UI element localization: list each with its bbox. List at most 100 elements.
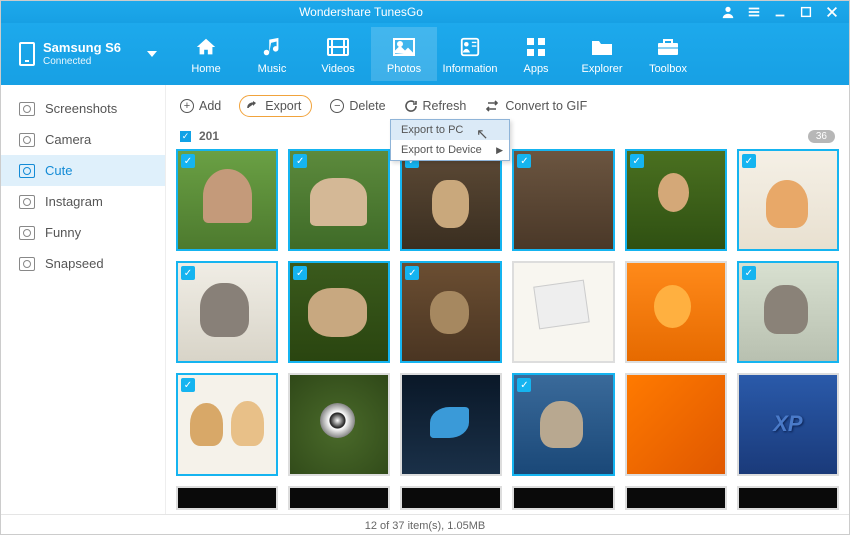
photo-thumbnail[interactable]: ✓	[400, 373, 502, 475]
sidebar-item-label: Instagram	[45, 194, 103, 209]
photo-content	[514, 488, 612, 508]
checkmark-icon: ✓	[630, 154, 644, 168]
group-year: 201	[199, 129, 219, 143]
app-title: Wondershare TunesGo	[1, 5, 721, 19]
menu-icon[interactable]	[747, 5, 761, 19]
sidebar-item-cute[interactable]: Cute	[1, 155, 165, 186]
camera-icon	[19, 226, 35, 240]
photo-content	[739, 488, 837, 508]
checkmark-icon: ✓	[181, 154, 195, 168]
user-icon[interactable]	[721, 5, 735, 19]
status-text: 12 of 37 item(s), 1.05MB	[365, 520, 485, 532]
cursor-icon: ↖	[476, 125, 489, 143]
photo-thumbnail[interactable]: ✓	[288, 261, 390, 363]
delete-button[interactable]: −Delete	[330, 99, 385, 113]
convert-gif-button[interactable]: Convert to GIF	[484, 99, 587, 113]
photo-thumbnail[interactable]: ✓	[176, 373, 278, 475]
photo-thumbnail[interactable]: ✓	[288, 149, 390, 251]
sidebar-item-label: Screenshots	[45, 101, 117, 116]
sidebar-item-funny[interactable]: Funny	[1, 217, 165, 248]
nav-videos[interactable]: Videos	[305, 27, 371, 81]
add-button[interactable]: +Add	[180, 99, 221, 113]
export-to-pc[interactable]: Export to PC	[391, 120, 509, 140]
photo-thumbnail[interactable]: ✓	[512, 261, 614, 363]
maximize-icon[interactable]	[799, 5, 813, 19]
photo-thumbnail[interactable]: ✓	[737, 261, 839, 363]
photo-thumbnail[interactable]: ✓	[400, 261, 502, 363]
photo-thumbnail[interactable]	[625, 486, 727, 510]
sidebar-item-screenshots[interactable]: Screenshots	[1, 93, 165, 124]
photo-thumbnail[interactable]: ✓	[176, 261, 278, 363]
photo-content	[290, 375, 388, 473]
top-nav: Samsung S6 Connected Home Music Videos P…	[1, 23, 849, 85]
photo-thumbnail[interactable]: ✓	[512, 149, 614, 251]
sidebar-item-snapseed[interactable]: Snapseed	[1, 248, 165, 279]
device-name: Samsung S6	[43, 40, 121, 56]
explorer-icon	[569, 33, 635, 61]
photo-thumbnail[interactable]	[288, 486, 390, 510]
photo-content	[402, 488, 500, 508]
photo-thumbnail[interactable]	[176, 486, 278, 510]
checkmark-icon: ✓	[405, 266, 419, 280]
photo-thumbnail[interactable]: ✓	[625, 373, 727, 475]
photo-grid: ✓✓✓✓✓✓✓✓✓✓✓✓✓✓✓✓✓✓	[176, 149, 839, 476]
photo-content	[514, 263, 612, 361]
photo-thumbnail[interactable]: ✓	[400, 149, 502, 251]
camera-icon	[19, 164, 35, 178]
photo-thumbnail[interactable]	[512, 486, 614, 510]
refresh-button[interactable]: Refresh	[404, 99, 467, 113]
export-dropdown: Export to PC Export to Device▶	[390, 119, 510, 161]
photo-thumbnail[interactable]: ✓	[625, 261, 727, 363]
photo-thumbnail[interactable]: ✓	[288, 373, 390, 475]
photo-thumbnail[interactable]: ✓	[512, 373, 614, 475]
sidebar-item-label: Cute	[45, 163, 72, 178]
camera-icon	[19, 133, 35, 147]
photo-content	[627, 375, 725, 473]
checkmark-icon: ✓	[517, 154, 531, 168]
photo-thumbnail[interactable]: ✓	[176, 149, 278, 251]
sidebar-item-camera[interactable]: Camera	[1, 124, 165, 155]
sidebar-item-instagram[interactable]: Instagram	[1, 186, 165, 217]
export-button[interactable]: Export	[239, 95, 312, 117]
minus-icon: −	[330, 99, 344, 113]
nav-explorer[interactable]: Explorer	[569, 27, 635, 81]
chevron-right-icon: ▶	[496, 145, 503, 156]
photo-thumbnail[interactable]	[737, 486, 839, 510]
photo-content	[627, 488, 725, 508]
status-bar: 12 of 37 item(s), 1.05MB	[1, 514, 849, 536]
photo-content	[627, 263, 725, 361]
sidebar-item-label: Snapseed	[45, 256, 104, 271]
videos-icon	[305, 33, 371, 61]
photo-thumbnail[interactable]: ✓	[737, 373, 839, 475]
checkmark-icon: ✓	[293, 266, 307, 280]
information-icon	[437, 33, 503, 61]
nav-information[interactable]: Information	[437, 27, 503, 81]
checkmark-icon: ✓	[181, 378, 195, 392]
export-to-device[interactable]: Export to Device▶	[391, 140, 509, 160]
photo-grid-partial-row	[176, 486, 839, 510]
minimize-icon[interactable]	[773, 5, 787, 19]
nav-apps[interactable]: Apps	[503, 27, 569, 81]
phone-icon	[19, 42, 35, 66]
checkbox-icon[interactable]: ✓	[180, 131, 191, 142]
device-selector[interactable]: Samsung S6 Connected	[1, 40, 173, 68]
nav-music[interactable]: Music	[239, 27, 305, 81]
apps-icon	[503, 33, 569, 61]
photo-thumbnail[interactable]: ✓	[737, 149, 839, 251]
toolbar: +Add Export −Delete Refresh Convert to G…	[166, 85, 849, 127]
chevron-down-icon	[147, 51, 157, 57]
photo-thumbnail[interactable]	[400, 486, 502, 510]
photo-content	[402, 375, 500, 473]
checkmark-icon: ✓	[517, 378, 531, 392]
camera-icon	[19, 102, 35, 116]
home-icon	[173, 33, 239, 61]
checkmark-icon: ✓	[742, 266, 756, 280]
nav-items: Home Music Videos Photos Information App…	[173, 27, 701, 81]
nav-toolbox[interactable]: Toolbox	[635, 27, 701, 81]
close-icon[interactable]	[825, 5, 839, 19]
camera-icon	[19, 195, 35, 209]
nav-home[interactable]: Home	[173, 27, 239, 81]
photo-thumbnail[interactable]: ✓	[625, 149, 727, 251]
nav-photos[interactable]: Photos	[371, 27, 437, 81]
content-area: +Add Export −Delete Refresh Convert to G…	[166, 85, 849, 514]
